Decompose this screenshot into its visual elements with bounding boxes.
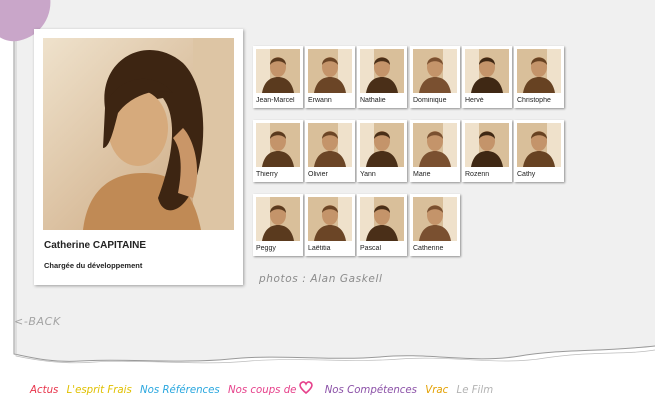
team-member-name: Marie bbox=[413, 171, 431, 178]
featured-member-role: Chargée du développement bbox=[44, 261, 143, 270]
team-member-name: Dominique bbox=[413, 97, 447, 104]
nav-item-le-film[interactable]: Le Film bbox=[457, 385, 494, 396]
team-member-name: Peggy bbox=[256, 245, 276, 252]
team-member-photo bbox=[413, 197, 457, 241]
team-member-thumb[interactable]: Dominique bbox=[410, 46, 460, 108]
team-member-photo bbox=[517, 49, 561, 93]
team-member-name: Nathalie bbox=[360, 97, 386, 104]
featured-member-name: Catherine CAPITAINE bbox=[44, 240, 147, 251]
team-member-name: Erwann bbox=[308, 97, 332, 104]
team-member-thumb[interactable]: Cathy bbox=[514, 120, 564, 182]
team-member-thumb[interactable]: Erwann bbox=[305, 46, 355, 108]
nav-item-vrac[interactable]: Vrac bbox=[425, 385, 448, 396]
team-member-name: Laëtitia bbox=[308, 245, 331, 252]
team-member-name: Olivier bbox=[308, 171, 328, 178]
team-member-photo bbox=[360, 197, 404, 241]
team-member-photo bbox=[308, 123, 352, 167]
team-member-photo bbox=[256, 49, 300, 93]
nav-item-references[interactable]: Nos Références bbox=[140, 385, 220, 396]
nav-item-esprit-frais[interactable]: L'esprit Frais bbox=[67, 385, 132, 396]
team-member-thumb[interactable]: Rozenn bbox=[462, 120, 512, 182]
team-member-name: Christophe bbox=[517, 97, 551, 104]
team-member-photo bbox=[308, 197, 352, 241]
team-member-name: Cathy bbox=[517, 171, 536, 178]
nav-item-coups-de-coeur[interactable]: Nos coups de bbox=[228, 381, 316, 396]
team-member-photo bbox=[360, 49, 404, 93]
team-member-thumb[interactable]: Pascal bbox=[357, 194, 407, 256]
team-member-thumb[interactable]: Thierry bbox=[253, 120, 303, 182]
team-member-name: Pascal bbox=[360, 245, 382, 252]
bottom-nav: Actus L'esprit Frais Nos Références Nos … bbox=[30, 381, 498, 396]
featured-member-photo bbox=[43, 38, 234, 230]
team-member-photo bbox=[308, 49, 352, 93]
back-link[interactable]: <-BACK bbox=[14, 315, 61, 328]
team-member-photo bbox=[465, 49, 509, 93]
team-member-name: Thierry bbox=[256, 171, 278, 178]
team-member-name: Rozenn bbox=[465, 171, 490, 178]
team-member-photo bbox=[465, 123, 509, 167]
team-member-thumb[interactable]: Olivier bbox=[305, 120, 355, 182]
team-member-thumb[interactable]: Marie bbox=[410, 120, 460, 182]
team-member-thumb[interactable]: Yann bbox=[357, 120, 407, 182]
nav-item-actus[interactable]: Actus bbox=[30, 385, 58, 396]
photo-credit: photos : Alan Gaskell bbox=[259, 273, 383, 285]
nav-item-competences[interactable]: Nos Compétences bbox=[325, 385, 417, 396]
team-member-thumb[interactable]: Hervé bbox=[462, 46, 512, 108]
team-member-thumb[interactable]: Jean-Marcel bbox=[253, 46, 303, 108]
team-member-name: Hervé bbox=[465, 97, 484, 104]
team-member-name: Yann bbox=[360, 171, 376, 178]
featured-member-card: Catherine CAPITAINE Chargée du développe… bbox=[34, 29, 243, 285]
team-member-thumb[interactable]: Laëtitia bbox=[305, 194, 355, 256]
team-member-photo bbox=[413, 49, 457, 93]
team-member-name: Catherine bbox=[413, 245, 444, 252]
team-member-thumb[interactable]: Catherine bbox=[410, 194, 460, 256]
team-member-photo bbox=[256, 197, 300, 241]
team-member-photo bbox=[517, 123, 561, 167]
team-member-thumb[interactable]: Christophe bbox=[514, 46, 564, 108]
team-member-photo bbox=[413, 123, 457, 167]
team-member-name: Jean-Marcel bbox=[256, 97, 295, 104]
team-member-thumb[interactable]: Nathalie bbox=[357, 46, 407, 108]
heart-icon bbox=[299, 381, 314, 394]
nav-item-coups-de-label: Nos coups de bbox=[228, 385, 297, 396]
team-member-thumb[interactable]: Peggy bbox=[253, 194, 303, 256]
team-member-photo bbox=[360, 123, 404, 167]
team-member-photo bbox=[256, 123, 300, 167]
